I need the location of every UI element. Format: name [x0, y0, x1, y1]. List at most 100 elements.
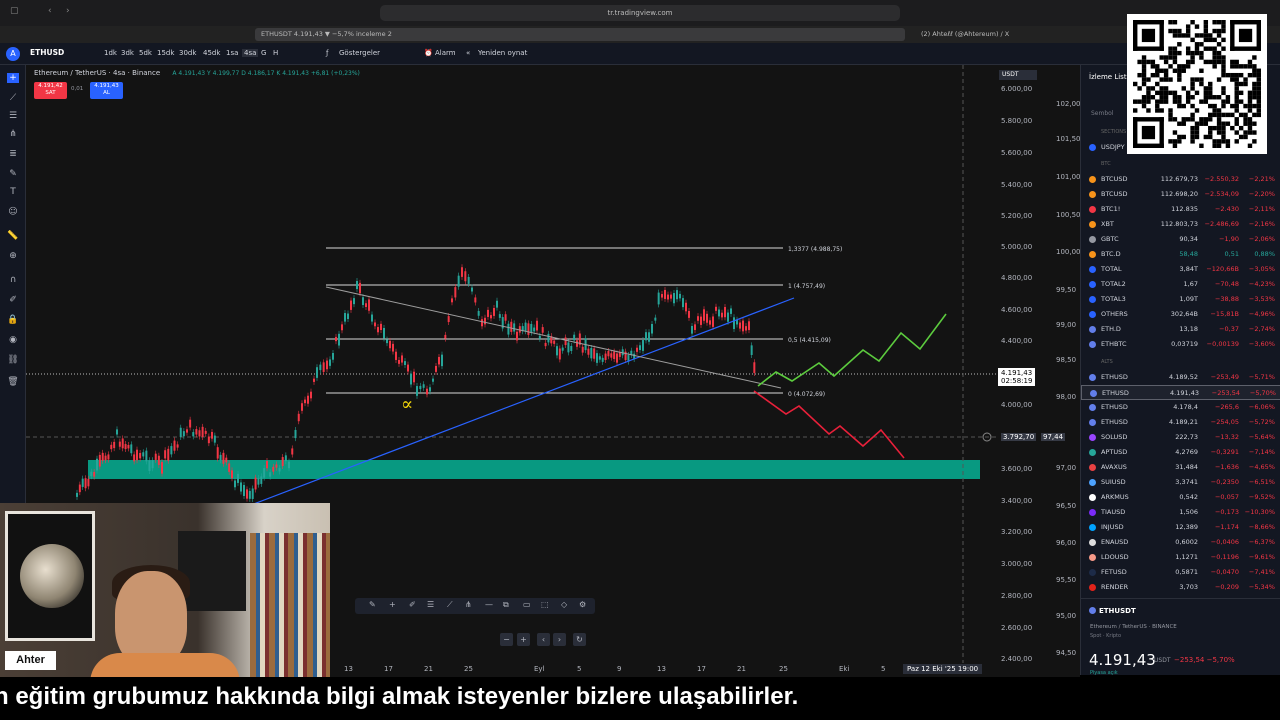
- watchlist-row[interactable]: ETHBTC 0,03719 −0,00139 −3,60%: [1081, 337, 1280, 352]
- watchlist-row[interactable]: ETHUSD 4.178,4 −265,6 −6,06%: [1081, 400, 1280, 415]
- layers-tool-icon[interactable]: ◇: [561, 600, 567, 609]
- watchlist-row[interactable]: ETHUSD 4.189,21 −254,05 −5,72%: [1081, 415, 1280, 430]
- horizontal-lines-icon[interactable]: ☰: [7, 111, 19, 121]
- watchlist-row[interactable]: RENDER 3,703 −0,209 −5,34%: [1081, 580, 1280, 595]
- bearish-projection[interactable]: [753, 390, 905, 459]
- fib-tool-icon[interactable]: ☰: [427, 600, 434, 609]
- magnet-icon[interactable]: ∩: [7, 275, 19, 285]
- sidebar-icon[interactable]: ▢: [10, 6, 19, 16]
- zoom-icon[interactable]: ⊕: [7, 251, 19, 261]
- scroll-right-button[interactable]: ›: [553, 633, 566, 646]
- watchlist-row[interactable]: BTCUSD 112.698,20 −2.534,09 −2,20%: [1081, 187, 1280, 202]
- watchlist-row[interactable]: TOTAL2 1,67 −70,48 −4,23%: [1081, 277, 1280, 292]
- watchlist-row[interactable]: XBT 112.803,73 −2.486,69 −2,16%: [1081, 217, 1280, 232]
- frame-tool-icon[interactable]: ⬚: [541, 600, 549, 609]
- alarm-button[interactable]: Alarm: [435, 49, 456, 57]
- symbol-search[interactable]: ETHUSD: [30, 48, 64, 57]
- gray-trendline[interactable]: [325, 286, 782, 389]
- watchlist-panel: İzleme Listesi Sembol SECTIONS BTC ALTS …: [1080, 65, 1280, 676]
- comment-tool-icon[interactable]: ▭: [523, 600, 531, 609]
- support-zone[interactable]: [88, 460, 980, 479]
- watchlist-row[interactable]: ARKMUS 0,542 −0,057 −9,52%: [1081, 490, 1280, 505]
- watchlist-row[interactable]: ETH.D 13,18 −0,37 −2,74%: [1081, 322, 1280, 337]
- zoom-out-button[interactable]: −: [500, 633, 513, 646]
- watchlist-row[interactable]: SUIUSD 3,3741 −0,2350 −6,51%: [1081, 475, 1280, 490]
- detail-symbol[interactable]: ETHUSDT: [1099, 607, 1136, 615]
- watchlist-row[interactable]: FETUSD 0,5871 −0,0470 −7,41%: [1081, 565, 1280, 580]
- cursor-icon[interactable]: +: [7, 73, 19, 83]
- watchlist-row[interactable]: INJUSD 12,389 −1,174 −8,66%: [1081, 520, 1280, 535]
- settings-tool-icon[interactable]: ⚙: [579, 600, 586, 609]
- indicators-icon[interactable]: ƒ: [326, 49, 328, 57]
- watchlist-row[interactable]: LDOUSD 1,1271 −0,1196 −9,61%: [1081, 550, 1280, 565]
- wall-poster-frame: [5, 511, 95, 641]
- zoom-in-button[interactable]: +: [517, 633, 530, 646]
- ruler-icon[interactable]: 📏: [7, 231, 19, 241]
- emoji-icon[interactable]: ☺: [7, 207, 19, 217]
- alpha-annotation-icon[interactable]: ∝: [401, 394, 413, 415]
- crosshair-tool-icon[interactable]: +: [389, 600, 396, 609]
- currency-selector[interactable]: USDT: [999, 70, 1037, 80]
- watchlist-symbol: SOLUSD: [1101, 433, 1128, 441]
- pitchfork-icon[interactable]: ⋔: [7, 129, 19, 139]
- watchlist-row[interactable]: BTCUSD 112.679,73 −2.550,32 −2,21%: [1081, 172, 1280, 187]
- lock-icon[interactable]: 🔒: [7, 315, 19, 325]
- tf-30dk[interactable]: 30dk: [179, 49, 196, 57]
- tab-x[interactable]: (2) Ahteℓℓ (@Ahtereum) / X: [915, 28, 1095, 41]
- tab-tradingview[interactable]: ETHUSDT 4.191,43 ▼ −5,7% inceleme 2: [255, 28, 905, 41]
- bullish-projection[interactable]: [757, 313, 947, 387]
- indicators-button[interactable]: Göstergeler: [339, 49, 380, 57]
- tf-3dk[interactable]: 3dk: [121, 49, 134, 57]
- sell-button[interactable]: 4.191,42 SAT: [34, 82, 67, 99]
- tf-15dk[interactable]: 15dk: [157, 49, 174, 57]
- pencil-icon[interactable]: ✎: [369, 600, 376, 609]
- stay-draw-icon[interactable]: ✐: [7, 295, 19, 305]
- text-icon[interactable]: T: [7, 187, 19, 197]
- watchlist-row[interactable]: SOLUSD 222,73 −13,32 −5,64%: [1081, 430, 1280, 445]
- fork-tool-icon[interactable]: ⋔: [465, 600, 472, 609]
- scroll-left-button[interactable]: ‹: [537, 633, 550, 646]
- measure-tool-icon[interactable]: ⧉: [503, 600, 509, 610]
- watchlist-row[interactable]: ETHUSD 4.189,52 −253,49 −5,71%: [1081, 370, 1280, 385]
- time-tick-label: 5: [881, 665, 886, 673]
- alarm-icon[interactable]: ⏰: [424, 49, 433, 57]
- tf-1sa[interactable]: 1sa: [226, 49, 238, 57]
- watchlist-row[interactable]: AVAXUS 31,484 −1,636 −4,65%: [1081, 460, 1280, 475]
- candle: [593, 348, 596, 359]
- visibility-icon[interactable]: ◉: [7, 335, 19, 345]
- tf-1dk[interactable]: 1dk: [104, 49, 117, 57]
- tf-5dk[interactable]: 5dk: [139, 49, 152, 57]
- buy-button[interactable]: 4.191,43 AL: [90, 82, 123, 99]
- url-bar[interactable]: tr.tradingview.com: [380, 5, 900, 21]
- price-scale[interactable]: USDT 6.000,00 5.800,00 5.600,00 5.400,00 5.2…: [996, 65, 1081, 675]
- brush-icon[interactable]: ✎: [7, 169, 19, 179]
- trendline-icon[interactable]: ⟋: [7, 93, 19, 103]
- brush-tool-icon[interactable]: ✐: [409, 600, 416, 609]
- watchlist-row[interactable]: OTHERS 302,64B −15,81B −4,96%: [1081, 307, 1280, 322]
- replay-icon[interactable]: «: [466, 49, 470, 57]
- tf-4sa[interactable]: 4sa: [242, 49, 259, 57]
- watchlist-change-percent: −2,16%: [1248, 220, 1275, 228]
- minus-tool-icon[interactable]: —: [485, 600, 493, 609]
- watchlist-row[interactable]: GBTC 90,34 −1,90 −2,06%: [1081, 232, 1280, 247]
- watchlist-row[interactable]: ENAUSD 0,6002 −0,0406 −6,37%: [1081, 535, 1280, 550]
- watchlist-row[interactable]: APTUSD 4,2769 −0,3291 −7,14%: [1081, 445, 1280, 460]
- forward-icon[interactable]: ›: [66, 6, 70, 16]
- tf-45dk[interactable]: 45dk: [203, 49, 220, 57]
- tf-h[interactable]: H: [273, 49, 278, 57]
- fib-icon[interactable]: ≣: [7, 149, 19, 159]
- user-avatar-icon[interactable]: A: [6, 47, 20, 61]
- watchlist-row[interactable]: BTC.D 58,48 0,51 0,88%: [1081, 247, 1280, 262]
- watchlist-row[interactable]: BTC1! 112.835 −2.430 −2,11%: [1081, 202, 1280, 217]
- back-icon[interactable]: ‹: [48, 6, 52, 16]
- replay-button[interactable]: Yeniden oynat: [478, 49, 527, 57]
- watchlist-row[interactable]: ETHUSD 4.191,43 −253,54 −5,70%: [1081, 385, 1280, 400]
- watchlist-row[interactable]: TOTAL 3,84T −120,66B −3,05%: [1081, 262, 1280, 277]
- line-tool-icon[interactable]: ⟋: [447, 600, 453, 610]
- watchlist-row[interactable]: TOTAL3 1,09T −38,88 −3,53%: [1081, 292, 1280, 307]
- reset-chart-button[interactable]: ↻: [573, 633, 586, 646]
- watchlist-row[interactable]: TIAUSD 1,506 −0,173 −10,30%: [1081, 505, 1280, 520]
- link-icon[interactable]: ⛓: [7, 355, 19, 365]
- tf-g[interactable]: G: [261, 49, 266, 57]
- trash-icon[interactable]: 🗑: [7, 377, 19, 387]
